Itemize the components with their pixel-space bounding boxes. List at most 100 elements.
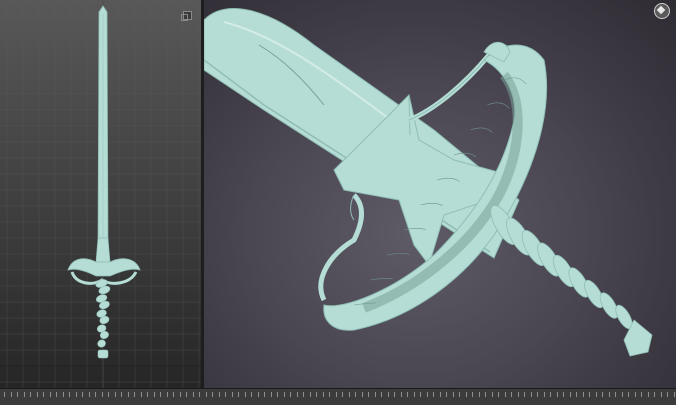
timeline-tick xyxy=(400,392,402,397)
timeline-tick xyxy=(160,392,161,397)
timeline-tick xyxy=(225,392,226,397)
timeline-tick xyxy=(465,392,467,397)
timeline-tick xyxy=(420,392,421,397)
timeline-tick xyxy=(114,392,116,397)
timeline-tick xyxy=(537,392,538,397)
timeline-tick xyxy=(407,392,408,397)
timeline-tick xyxy=(459,392,460,397)
timeline-tick xyxy=(602,392,603,397)
timeline-tick xyxy=(10,392,12,397)
timeline-tick xyxy=(485,392,486,397)
sword-front-model[interactable] xyxy=(0,0,201,388)
timeline-tick xyxy=(30,392,31,397)
timeline-tick xyxy=(218,392,220,397)
timeline-tick xyxy=(472,392,473,397)
timeline-tick xyxy=(199,392,200,397)
timeline-tick xyxy=(595,392,597,397)
timeline-tick xyxy=(569,392,571,397)
perspective-viewport[interactable] xyxy=(204,0,676,388)
timeline-tick xyxy=(283,392,285,397)
timeline-tick xyxy=(290,392,291,397)
timeline-tick xyxy=(628,392,629,397)
timeline-tick xyxy=(446,392,447,397)
timeline-tick xyxy=(173,392,174,397)
timeline-tick xyxy=(4,392,5,397)
timeline-tick xyxy=(543,392,545,397)
timeline-tick xyxy=(582,392,584,397)
timeline-tick xyxy=(238,392,239,397)
timeline-tick xyxy=(303,392,304,397)
timeline-tick xyxy=(108,392,109,397)
timeline-tick xyxy=(69,392,70,397)
timeline-tick xyxy=(322,392,324,397)
timeline-tick xyxy=(95,392,96,397)
timeline-slider[interactable] xyxy=(0,388,676,405)
timeline-tick xyxy=(563,392,564,397)
timeline-tick xyxy=(56,392,57,397)
timeline-tick xyxy=(121,392,122,397)
timeline-tick xyxy=(550,392,551,397)
timeline-tick xyxy=(277,392,278,397)
timeline-tick xyxy=(361,392,363,397)
timeline-tick xyxy=(439,392,441,397)
timeline-tick xyxy=(134,392,135,397)
timeline-tick xyxy=(608,392,610,397)
timeline-tick xyxy=(556,392,558,397)
timeline-tick xyxy=(296,392,298,397)
timeline-tick xyxy=(205,392,207,397)
timeline-tick xyxy=(309,392,311,397)
timeline-tick xyxy=(673,392,675,397)
timeline-tick xyxy=(264,392,265,397)
timeline-tick xyxy=(641,392,642,397)
timeline-tick xyxy=(647,392,649,397)
timeline-tick xyxy=(524,392,525,397)
timeline-tick xyxy=(426,392,428,397)
timeline-tick xyxy=(498,392,499,397)
timeline-tick xyxy=(478,392,480,397)
timeline-tick xyxy=(153,392,155,397)
timeline-tick xyxy=(179,392,181,397)
timeline-tick xyxy=(251,392,252,397)
timeline-tick xyxy=(660,392,662,397)
timeline-tick xyxy=(667,392,668,397)
timeline-tick xyxy=(433,392,434,397)
timeline-tick xyxy=(530,392,532,397)
timeline-tick xyxy=(82,392,83,397)
timeline-tick xyxy=(43,392,44,397)
timeline-tick xyxy=(231,392,233,397)
timeline-tick xyxy=(517,392,519,397)
timeline-tick xyxy=(634,392,636,397)
maximize-viewport-icon[interactable] xyxy=(181,11,192,21)
timeline-tick xyxy=(387,392,389,397)
sword-perspective-model[interactable] xyxy=(204,0,676,388)
timeline-tick xyxy=(147,392,148,397)
timeline-tick xyxy=(17,392,18,397)
timeline-tick xyxy=(576,392,577,397)
timeline-tick xyxy=(88,392,90,397)
timeline-tick xyxy=(36,392,38,397)
timeline-tick xyxy=(212,392,213,397)
timeline-tick xyxy=(491,392,493,397)
timeline-tick xyxy=(654,392,655,397)
timeline-tick xyxy=(504,392,506,397)
timeline-tick xyxy=(342,392,343,397)
timeline-tick xyxy=(329,392,330,397)
timeline-tick xyxy=(316,392,317,397)
timeline-tick xyxy=(368,392,369,397)
timeline-tick xyxy=(127,392,129,397)
timeline-tick xyxy=(621,392,623,397)
timeline-tick xyxy=(166,392,168,397)
timeline-tick xyxy=(270,392,272,397)
timeline-tick xyxy=(186,392,187,397)
front-viewport[interactable] xyxy=(0,0,201,388)
timeline-tick xyxy=(75,392,77,397)
timeline-ticks xyxy=(0,392,676,400)
viewcube-icon[interactable] xyxy=(654,3,670,19)
timeline-tick xyxy=(413,392,415,397)
timeline-tick xyxy=(244,392,246,397)
timeline-tick xyxy=(101,392,103,397)
timeline-tick xyxy=(49,392,51,397)
timeline-tick xyxy=(355,392,356,397)
timeline-tick xyxy=(348,392,350,397)
timeline-tick xyxy=(452,392,454,397)
